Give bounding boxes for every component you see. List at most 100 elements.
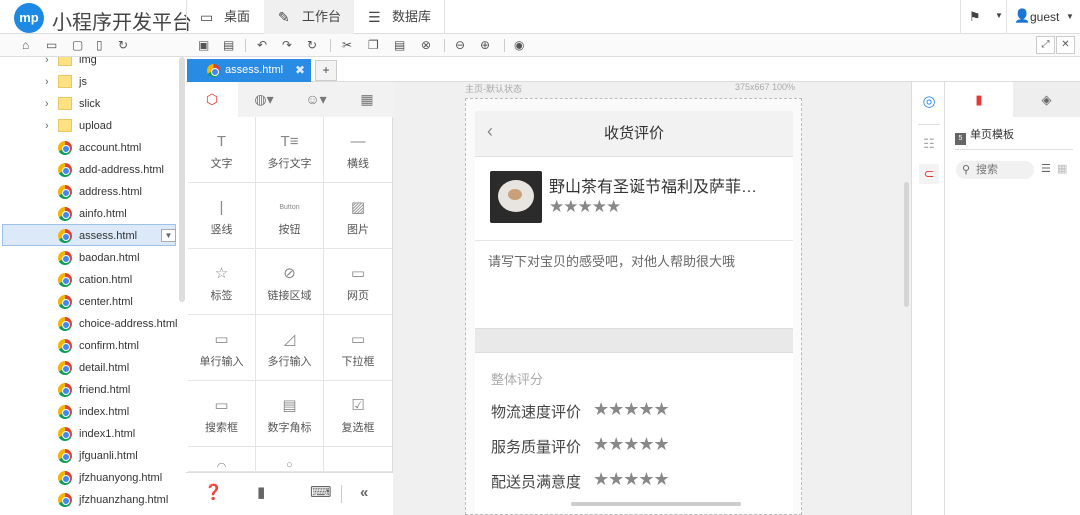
component-search[interactable]: ▭ 搜索框 [188, 381, 256, 447]
back-chevron-icon[interactable]: ‹ [487, 121, 493, 142]
flag-dropdown-chevron-icon[interactable]: ▼ [995, 11, 1003, 20]
tab-layout-components[interactable]: ▦ [341, 82, 393, 117]
component-button[interactable]: Button 按钮 [256, 183, 324, 249]
expand-icon[interactable]: ⤢ [1036, 36, 1055, 54]
score-stars-logistics[interactable]: ★★★★★ [593, 399, 670, 420]
close-tab-icon[interactable]: ✖ [295, 59, 305, 82]
chevron-right-icon[interactable]: › [45, 93, 49, 115]
component-more[interactable]: ◠ [188, 447, 256, 473]
dropdown-icon[interactable]: ▼ [161, 229, 176, 242]
component-textarea[interactable]: ◿ 多行输入 [256, 315, 324, 381]
tree-item-file[interactable]: detail.html [0, 357, 186, 379]
paste-icon[interactable]: ▤ [394, 37, 405, 53]
grid-view-icon[interactable]: ▦ [1057, 162, 1067, 175]
component-image[interactable]: ▨ 图片 [324, 183, 392, 249]
tab-pages[interactable]: ▮ [945, 82, 1013, 117]
chevron-right-icon[interactable]: › [45, 115, 49, 137]
component-webpage[interactable]: ▭ 网页 [324, 249, 392, 315]
book-icon[interactable]: ▮ [257, 483, 265, 503]
tree-item-file[interactable]: index1.html [0, 423, 186, 445]
delete-icon[interactable]: ⊗ [421, 37, 431, 53]
refresh-tree-icon[interactable]: ↻ [118, 37, 128, 53]
component-checkbox[interactable]: ☑ 复选框 [324, 381, 392, 447]
tree-item-file[interactable]: choice-address.html [0, 313, 186, 335]
tab-emoji-components[interactable]: ☺▾ [290, 82, 342, 117]
user-name[interactable]: guest [1030, 10, 1059, 24]
component-multiline-text[interactable]: T≡ 多行文字 [256, 117, 324, 183]
file-icon[interactable]: ▯ [96, 37, 103, 53]
component-badge[interactable]: ▤ 数字角标 [256, 381, 324, 447]
tree-item-file[interactable]: center.html [0, 291, 186, 313]
chevron-right-icon[interactable]: › [45, 57, 49, 71]
tab-assess-html[interactable]: assess.html ✖ [187, 59, 311, 82]
copy-icon[interactable]: ❐ [368, 37, 379, 53]
phone-page[interactable]: 收货评价 ‹ 野山茶有圣诞节福利及萨菲… ★★★★★ 请写下对宝贝的感受吧，对他… [475, 111, 793, 514]
cut-icon[interactable]: ✂ [342, 37, 352, 53]
zoom-out-icon[interactable]: ⊖ [455, 37, 465, 53]
help-icon[interactable]: ❓ [204, 483, 223, 503]
component-tag[interactable]: ☆ 标签 [188, 249, 256, 315]
nav-workbench[interactable]: ✎ 工作台 [264, 0, 354, 34]
tree-item-file[interactable]: ainfo.html [0, 203, 186, 225]
tree-scrollbar[interactable] [179, 57, 185, 302]
tree-item-file[interactable]: jfzhuanzhang.html [0, 489, 186, 511]
tab-layers[interactable]: ◈ [1013, 82, 1080, 117]
canvas-horizontal-scrollbar[interactable] [571, 502, 741, 506]
chevron-right-icon[interactable]: › [45, 71, 49, 93]
tree-item-file[interactable]: friend.html [0, 379, 186, 401]
redo-icon[interactable]: ↷ [282, 37, 292, 53]
zoom-in-icon[interactable]: ⊕ [480, 37, 490, 53]
canvas-vertical-scrollbar[interactable] [904, 182, 909, 307]
tree-item-folder[interactable]: › img [0, 57, 186, 71]
product-block[interactable]: 野山茶有圣诞节福利及萨菲… ★★★★★ [475, 157, 793, 241]
keyboard-icon[interactable]: ⌨ [310, 483, 332, 503]
tree-item-file[interactable]: add-address.html [0, 159, 186, 181]
collapse-panel-icon[interactable]: « [360, 483, 368, 503]
sliders-icon[interactable]: ☷ [919, 134, 939, 154]
score-stars-courier[interactable]: ★★★★★ [593, 469, 670, 490]
tab-apple-components[interactable]: ◍▾ [238, 82, 290, 117]
magnet-icon[interactable]: ⊂ [919, 164, 939, 184]
tree-item-file-selected[interactable]: assess.html ▼ [2, 224, 176, 246]
tree-item-folder[interactable]: › js [0, 71, 186, 93]
computer-icon[interactable]: ▭ [46, 37, 57, 53]
component-vline[interactable]: | 竖线 [188, 183, 256, 249]
flag-icon[interactable]: ⚑ [969, 9, 981, 25]
tree-item-file[interactable]: cation.html [0, 269, 186, 291]
score-stars-service[interactable]: ★★★★★ [593, 434, 670, 455]
home-icon[interactable]: ⌂ [22, 37, 29, 53]
page-search-input[interactable]: ⚲ 搜索 [956, 161, 1034, 179]
undo-icon[interactable]: ↶ [257, 37, 267, 53]
tree-item-file[interactable]: baodan.html [0, 247, 186, 269]
tree-item-folder[interactable]: › slick [0, 93, 186, 115]
component-hline[interactable]: — 横线 [324, 117, 392, 183]
page-template-item[interactable]: 5 单页模板 [955, 126, 1014, 145]
component-more[interactable] [324, 447, 392, 472]
component-text[interactable]: T 文字 [188, 117, 256, 183]
nav-desktop[interactable]: ▭ 桌面 [186, 0, 264, 34]
preview-eye-icon[interactable]: ◉ [514, 37, 524, 53]
review-textarea[interactable]: 请写下对宝贝的感受吧，对他人帮助很大哦 [475, 241, 793, 329]
target-icon[interactable]: ◎ [919, 92, 939, 112]
tree-item-file[interactable]: address.html [0, 181, 186, 203]
product-stars[interactable]: ★★★★★ [549, 197, 621, 217]
tree-item-file[interactable]: account.html [0, 137, 186, 159]
list-view-icon[interactable]: ☰ [1041, 162, 1051, 175]
refresh-icon[interactable]: ↻ [307, 37, 317, 53]
save-icon[interactable]: ▣ [198, 37, 209, 53]
tree-item-file[interactable]: jfguanli.html [0, 445, 186, 467]
tree-item-file[interactable]: index.html [0, 401, 186, 423]
tree-item-file[interactable]: jfzhuanyong.html [0, 467, 186, 489]
component-select[interactable]: ▭ 下拉框 [324, 315, 392, 381]
component-single-input[interactable]: ▭ 单行输入 [188, 315, 256, 381]
close-panel-icon[interactable]: ✕ [1056, 36, 1075, 54]
folder-icon[interactable]: ▢ [72, 37, 83, 53]
component-link-area[interactable]: ⊘ 链接区域 [256, 249, 324, 315]
tab-basic-components[interactable]: ⬡ [186, 82, 238, 117]
component-more[interactable]: ○ [256, 447, 324, 472]
nav-database[interactable]: ☰ 数据库 [354, 0, 444, 34]
add-tab-button[interactable]: + [315, 60, 337, 81]
save-all-icon[interactable]: ▤ [223, 37, 234, 53]
user-dropdown-chevron-icon[interactable]: ▼ [1066, 12, 1074, 21]
tree-item-file[interactable]: confirm.html [0, 335, 186, 357]
